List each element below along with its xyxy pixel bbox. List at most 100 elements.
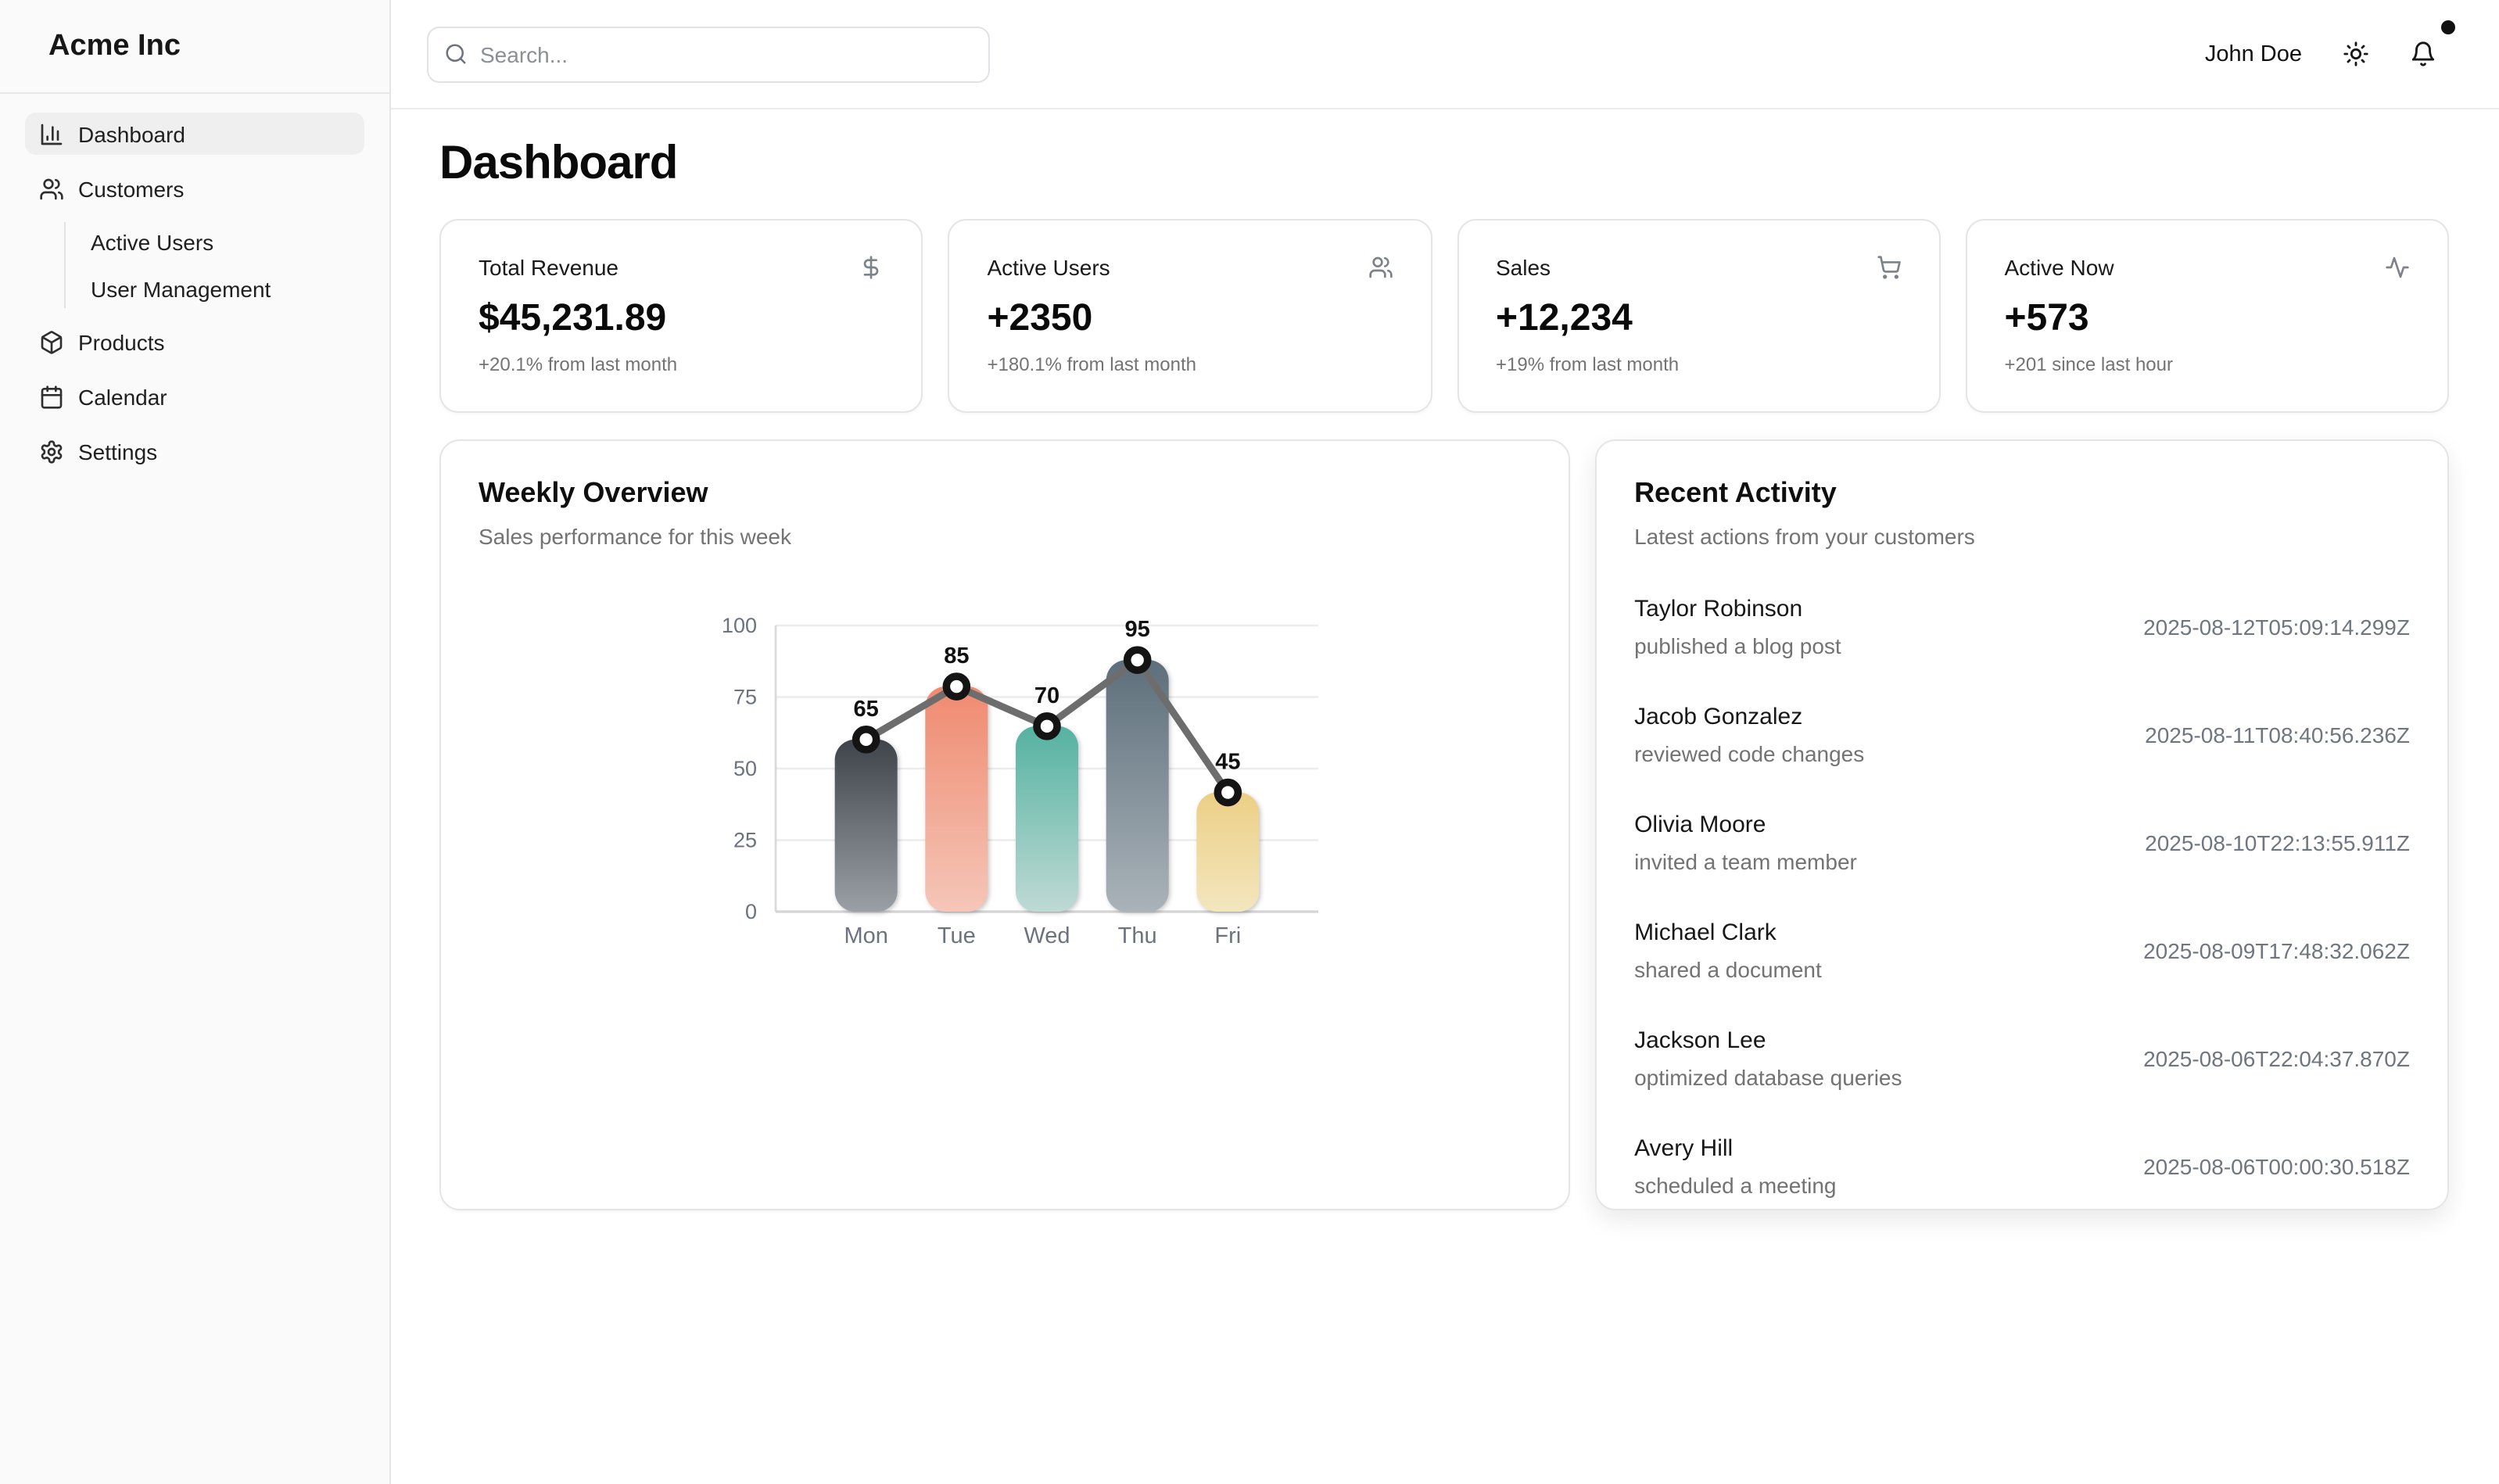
stat-value: +12,234 — [1496, 297, 1633, 339]
topbar: John Doe — [391, 0, 2499, 109]
theme-toggle-button[interactable] — [2343, 41, 2369, 67]
activity-row: Avery Hill scheduled a meeting 2025-08-0… — [1634, 1131, 2410, 1203]
y-axis-tick-label: 50 — [733, 757, 756, 780]
sidebar-item-label: User Management — [91, 276, 271, 301]
sidebar: Acme Inc Dashboard Customers Active User… — [0, 0, 391, 1484]
data-point-marker — [941, 672, 970, 701]
activity-user-name: Taylor Robinson — [1634, 596, 1803, 622]
activity-timestamp: 2025-08-10T22:13:55.911Z — [2145, 830, 2410, 855]
stat-value: $45,231.89 — [479, 297, 667, 339]
stat-change: +201 since last hour — [2004, 353, 2174, 375]
users-icon — [1368, 256, 1392, 278]
sidebar-item-label: Calendar — [78, 384, 167, 409]
notification-dot — [2441, 20, 2455, 34]
package-icon — [39, 329, 64, 354]
stat-cards: Total Revenue $45,231.89 +20.1% from las… — [439, 219, 2449, 413]
sidebar-item-label: Products — [78, 329, 165, 354]
activity-timestamp: 2025-08-06T22:04:37.870Z — [2143, 1046, 2410, 1071]
stat-change: +20.1% from last month — [479, 353, 678, 375]
activity-user-name: Michael Clark — [1634, 919, 1777, 946]
search-box[interactable] — [427, 26, 990, 82]
gear-icon — [39, 439, 64, 464]
activity-row: Olivia Moore invited a team member 2025-… — [1634, 807, 2410, 879]
weekly-bar-chart[interactable]: 0 25 50 75 100 65 85 70 95 45 Mon Tue Wed Thu Fri — [692, 604, 1318, 987]
data-label: 95 — [1124, 617, 1149, 642]
activity-icon — [2386, 256, 2409, 278]
sidebar-item-user-management[interactable]: User Management — [88, 269, 364, 308]
users-icon — [39, 176, 64, 201]
stat-label: Sales — [1496, 255, 1551, 280]
data-label: 70 — [1034, 683, 1059, 708]
bar-fri[interactable] — [1196, 792, 1259, 912]
page-title: Dashboard — [439, 138, 678, 189]
user-name[interactable]: John Doe — [2205, 41, 2302, 66]
sidebar-item-products[interactable]: Products — [25, 321, 364, 363]
calendar-icon — [39, 384, 64, 409]
weekly-bar-chart-svg: 0 25 50 75 100 65 85 70 95 45 Mon Tue Wed Thu Fri — [721, 614, 1318, 948]
activity-action: published a blog post — [1634, 633, 1841, 658]
recent-activity-subtitle: Latest actions from your customers — [1634, 524, 1975, 549]
y-axis-tick-label: 25 — [733, 829, 756, 852]
sidebar-item-active-users[interactable]: Active Users — [88, 222, 364, 261]
activity-action: optimized database queries — [1634, 1065, 1902, 1090]
sidebar-item-customers[interactable]: Customers — [25, 167, 364, 210]
data-label: 85 — [943, 643, 968, 669]
sidebar-nav: Dashboard Customers Active Users User Ma… — [0, 94, 389, 504]
stat-label: Active Users — [987, 255, 1110, 280]
bar-wed[interactable] — [1015, 726, 1078, 912]
x-axis-tick-label: Thu — [1117, 923, 1156, 948]
stat-value: +2350 — [987, 297, 1093, 339]
sidebar-item-calendar[interactable]: Calendar — [25, 375, 364, 418]
data-point-marker — [851, 725, 880, 754]
stat-change: +19% from last month — [1496, 353, 1680, 375]
stat-card-active-now: Active Now +573 +201 since last hour — [1965, 219, 2449, 413]
activity-action: reviewed code changes — [1634, 741, 1865, 766]
search-icon — [446, 44, 466, 64]
data-point-marker — [1032, 712, 1060, 740]
sidebar-item-label: Settings — [78, 439, 158, 464]
sun-icon — [2343, 41, 2368, 66]
activity-list: Taylor Robinson published a blog post 20… — [1634, 591, 2410, 1203]
stat-card-active-users: Active Users +2350 +180.1% from last mon… — [948, 219, 1432, 413]
bar-tue[interactable] — [924, 686, 988, 912]
sidebar-item-label: Active Users — [91, 229, 214, 254]
cart-icon — [1877, 256, 1901, 279]
activity-action: shared a document — [1634, 957, 1822, 982]
activity-row: Taylor Robinson published a blog post 20… — [1634, 591, 2410, 663]
weekly-overview-title: Weekly Overview — [479, 477, 708, 508]
stat-card-sales: Sales +12,234 +19% from last month — [1457, 219, 1941, 413]
data-label: 65 — [853, 697, 878, 722]
notifications-button[interactable] — [2410, 20, 2455, 67]
data-label: 45 — [1214, 750, 1239, 775]
activity-user-name: Olivia Moore — [1634, 812, 1766, 838]
activity-timestamp: 2025-08-09T17:48:32.062Z — [2143, 938, 2410, 963]
stat-change: +180.1% from last month — [987, 353, 1196, 375]
brand-title: Acme Inc — [0, 0, 389, 94]
weekly-overview-panel: Weekly Overview Sales performance for th… — [439, 439, 1571, 1210]
weekly-overview-subtitle: Sales performance for this week — [479, 524, 791, 549]
bar-mon[interactable] — [834, 739, 897, 912]
stat-card-total-revenue: Total Revenue $45,231.89 +20.1% from las… — [439, 219, 923, 413]
stat-value: +573 — [2004, 297, 2089, 339]
search-input[interactable] — [480, 41, 973, 66]
x-axis-tick-label: Wed — [1023, 923, 1069, 948]
activity-user-name: Jacob Gonzalez — [1634, 704, 1803, 730]
activity-user-name: Jackson Lee — [1634, 1027, 1766, 1054]
x-axis-tick-label: Tue — [937, 923, 975, 948]
activity-row: Michael Clark shared a document 2025-08-… — [1634, 915, 2410, 987]
data-point-marker — [1213, 778, 1242, 807]
bar-chart-icon — [39, 121, 64, 146]
sidebar-item-label: Customers — [78, 176, 185, 201]
y-axis-tick-label: 100 — [721, 614, 756, 637]
sidebar-item-settings[interactable]: Settings — [25, 430, 364, 472]
recent-activity-title: Recent Activity — [1634, 477, 1837, 508]
bell-icon — [2411, 41, 2435, 66]
data-point-marker — [1122, 646, 1151, 674]
sidebar-item-dashboard[interactable]: Dashboard — [25, 113, 364, 155]
activity-row: Jacob Gonzalez reviewed code changes 202… — [1634, 699, 2410, 771]
stat-label: Active Now — [2004, 255, 2114, 280]
sidebar-subnav-customers: Active Users User Management — [64, 222, 364, 308]
y-axis-tick-label: 0 — [744, 900, 756, 923]
activity-timestamp: 2025-08-11T08:40:56.236Z — [2145, 722, 2410, 747]
dollar-icon — [864, 256, 879, 279]
